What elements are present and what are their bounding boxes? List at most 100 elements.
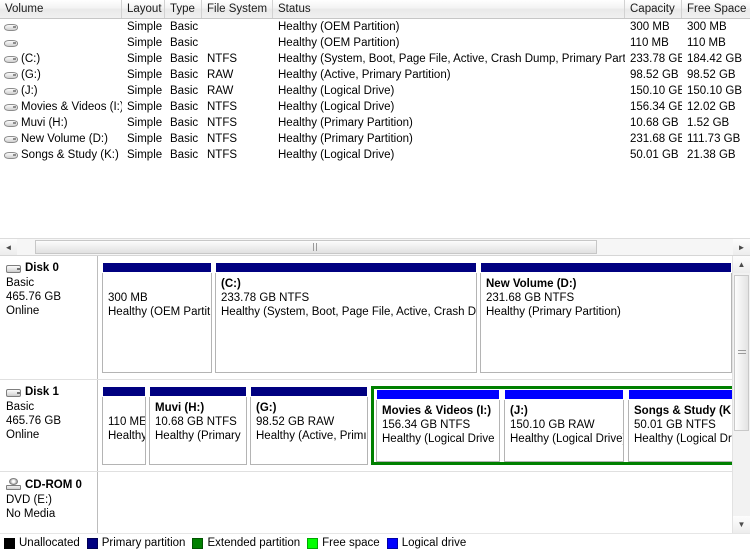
disk-state: No Media (6, 508, 56, 520)
volume-cell-type: Basic (170, 85, 199, 97)
extended-partition-container[interactable]: Movies & Videos (I:) 156.34 GB NTFS Health… (371, 386, 732, 465)
volume-row[interactable]: Simple Basic Healthy (OEM Partition) 300 MB… (0, 19, 750, 35)
volume-cell-capacity: 156.34 GB (630, 101, 682, 113)
partition-info: New Volume (D:) 231.68 GB NTFS Healthy (Pr… (480, 273, 732, 373)
cdrom-icon (6, 478, 22, 491)
graphical-view-vertical-scrollbar[interactable]: ▲ ▼ (732, 256, 750, 533)
partition-block[interactable]: Songs & Study (K:) 50.01 GB NTFS Healthy (… (628, 389, 732, 462)
disk-name: Disk 0 (25, 262, 59, 274)
partition-block[interactable]: New Volume (D:) 231.68 GB NTFS Healthy (Pr… (480, 262, 732, 373)
drive-icon (4, 38, 18, 48)
legend-item: Unallocated (4, 537, 80, 549)
scroll-down-arrow-icon[interactable]: ▼ (733, 516, 750, 533)
volume-row[interactable]: (G:) Simple Basic RAW Healthy (Active, Prima… (0, 67, 750, 83)
legend-label: Free space (322, 537, 380, 549)
partition-status: Healthy (Logical Drive (382, 433, 495, 445)
column-header-file-system[interactable]: File System (202, 0, 273, 18)
disk-info-cd-rom-0[interactable]: CD-ROM 0 DVD (E:) No Media (0, 472, 98, 533)
partition-block[interactable]: Muvi (H:) 10.68 GB NTFS Healthy (Primary (149, 386, 247, 465)
column-header-type[interactable]: Type (165, 0, 202, 18)
volume-cell-volume (0, 38, 122, 48)
partition-info: (C:) 233.78 GB NTFS Healthy (System, Boot,… (215, 273, 477, 373)
volume-cell-free-space: 1.52 GB (687, 117, 730, 129)
disk-info-disk-1[interactable]: Disk 1 Basic 465.76 GB Online (0, 380, 98, 471)
partition-block[interactable]: (G:) 98.52 GB RAW Healthy (Active, Primı (250, 386, 368, 465)
column-header-capacity[interactable]: Capacity (625, 0, 682, 18)
partition-name: Muvi (H:) (155, 402, 205, 414)
disk-management-window: Volume Layout Type File System Status Capacit… (0, 0, 750, 552)
disk-row[interactable]: CD-ROM 0 DVD (E:) No Media (0, 472, 732, 533)
volume-row[interactable]: Simple Basic Healthy (OEM Partition) 110 MB… (0, 35, 750, 51)
disk-row[interactable]: Disk 0 Basic 465.76 GB Online 300 MB Healthy… (0, 256, 732, 380)
partition-color-bar (628, 389, 732, 400)
partition-color-bar (480, 262, 732, 273)
volume-row[interactable]: New Volume (D:) Simple Basic NTFS Healthy (P… (0, 131, 750, 147)
partition-info: Movies & Videos (I:) 156.34 GB NTFS Health… (376, 400, 500, 462)
column-header-layout[interactable]: Layout (122, 0, 165, 18)
partition-block[interactable]: (C:) 233.78 GB NTFS Healthy (System, Boot,… (215, 262, 477, 373)
disk-partitions (98, 472, 732, 533)
partition-color-bar (215, 262, 477, 273)
partition-size: 150.10 GB RAW (510, 419, 595, 431)
partition-legend: Unallocated Primary partition Extended par… (0, 533, 750, 552)
volume-row[interactable]: (J:) Simple Basic RAW Healthy (Logical Drive… (0, 83, 750, 99)
volume-label: Movies & Videos (I:) (21, 101, 122, 113)
volume-cell-capacity: 300 MB (630, 21, 670, 33)
volume-cell-capacity: 233.78 GB (630, 53, 682, 65)
partition-status: Healthy (Active, Primı (256, 430, 367, 442)
disk-info-disk-0[interactable]: Disk 0 Basic 465.76 GB Online (0, 256, 98, 379)
volume-cell-type: Basic (170, 69, 199, 81)
partition-block[interactable]: (J:) 150.10 GB RAW Healthy (Logical Drive) (504, 389, 624, 462)
volume-row[interactable]: Muvi (H:) Simple Basic NTFS Healthy (Primary… (0, 115, 750, 131)
column-header-status[interactable]: Status (273, 0, 625, 18)
volume-list-horizontal-scrollbar[interactable]: ◄ ► (0, 238, 750, 255)
column-header-free-space[interactable]: Free Space (682, 0, 750, 18)
volume-cell-status: Healthy (Logical Drive) (278, 85, 395, 97)
column-header-volume[interactable]: Volume (0, 0, 122, 18)
partition-status: Healthy (Primary Partition) (486, 306, 621, 318)
vscroll-grip-icon (737, 350, 746, 356)
partition-info: Songs & Study (K:) 50.01 GB NTFS Healthy (… (628, 400, 732, 462)
legend-swatch-icon (386, 537, 398, 549)
partition-color-bar (376, 389, 500, 400)
vscroll-thumb[interactable] (734, 275, 749, 431)
partition-size: 300 MB (108, 292, 148, 304)
disk-icon (6, 263, 22, 274)
volume-cell-status: Healthy (Logical Drive) (278, 101, 395, 113)
hscroll-thumb[interactable] (35, 239, 597, 254)
hscroll-track[interactable] (17, 238, 733, 255)
partition-block[interactable]: 300 MB Healthy (OEM Partitic (102, 262, 212, 373)
partition-size: 10.68 GB NTFS (155, 416, 237, 428)
scroll-left-arrow-icon[interactable]: ◄ (0, 238, 17, 255)
hscroll-grip-icon (313, 242, 319, 251)
volume-row[interactable]: Songs & Study (K:) Simple Basic NTFS Healthy… (0, 147, 750, 163)
drive-icon (4, 54, 18, 64)
volume-cell-type: Basic (170, 101, 199, 113)
partition-block[interactable]: 110 ME Healthy (102, 386, 146, 465)
scroll-right-arrow-icon[interactable]: ► (733, 238, 750, 255)
volume-list-header: Volume Layout Type File System Status Capacit… (0, 0, 750, 19)
partition-status: Healthy (OEM Partitic (108, 306, 212, 318)
partition-name: New Volume (D:) (486, 278, 577, 290)
partition-status: Healthy (Logical Drive) (510, 433, 624, 445)
drive-icon (4, 102, 18, 112)
volume-cell-free-space: 110 MB (687, 37, 726, 49)
disk-type: DVD (E:) (6, 494, 52, 506)
volume-row[interactable]: (C:) Simple Basic NTFS Healthy (System, Boot… (0, 51, 750, 67)
disk-row[interactable]: Disk 1 Basic 465.76 GB Online 110 ME Healthy… (0, 380, 732, 472)
partition-status: Healthy (Primary (155, 430, 241, 442)
volume-cell-volume: (G:) (0, 67, 122, 83)
volume-cell-free-space: 98.52 GB (687, 69, 736, 81)
volume-row[interactable]: Movies & Videos (I:) Simple Basic NTFS Healt… (0, 99, 750, 115)
partition-name: (J:) (510, 405, 528, 417)
legend-label: Logical drive (401, 537, 467, 549)
disk-name: CD-ROM 0 (25, 478, 82, 491)
volume-cell-type: Basic (170, 37, 199, 49)
partition-block[interactable]: Movies & Videos (I:) 156.34 GB NTFS Health… (376, 389, 500, 462)
scroll-up-arrow-icon[interactable]: ▲ (733, 256, 750, 273)
volume-cell-free-space: 12.02 GB (687, 101, 736, 113)
volume-cell-layout: Simple (127, 37, 163, 49)
volume-cell-status: Healthy (OEM Partition) (278, 21, 400, 33)
volume-cell-file-system: NTFS (207, 53, 238, 65)
volume-cell-file-system: RAW (207, 85, 234, 97)
